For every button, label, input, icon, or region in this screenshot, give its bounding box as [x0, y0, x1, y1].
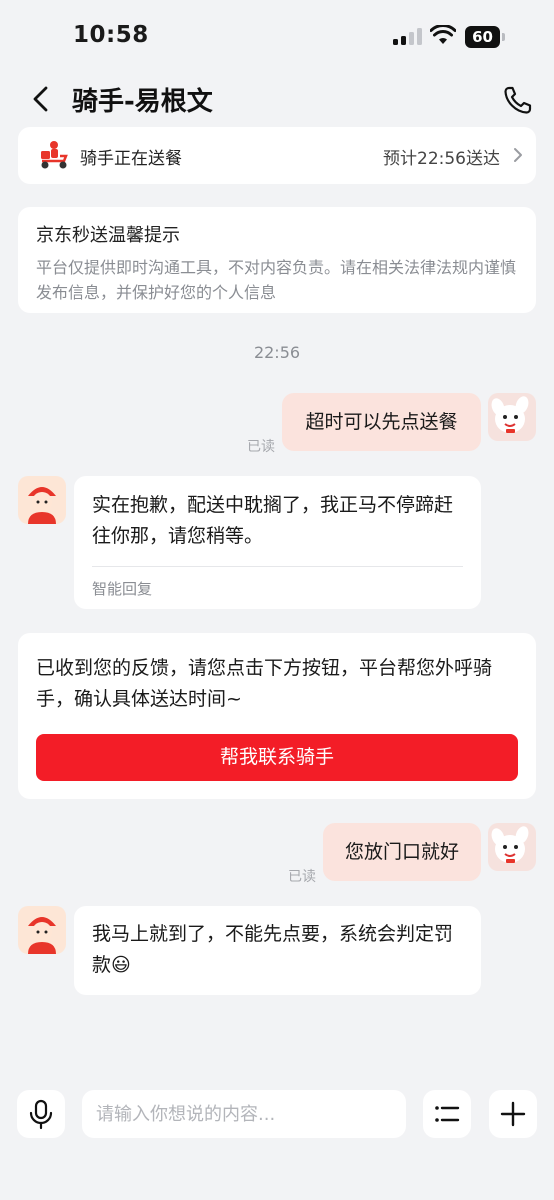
wifi-icon [430, 25, 456, 44]
auto-reply-label: 智能回复 [92, 580, 153, 598]
rider-avatar[interactable] [18, 906, 66, 954]
phone-icon[interactable] [502, 84, 534, 116]
delivery-status-text: 骑手正在送餐 [80, 149, 182, 169]
eta-text: 预计22:56送达 [383, 149, 500, 169]
incoming-message[interactable]: 我马上就到了，不能先点要，系统会判定罚款😃 [74, 906, 481, 995]
notice-title: 京东秒送温馨提示 [36, 225, 180, 246]
user-avatar[interactable] [488, 823, 536, 871]
chat-header: 骑手-易根文 [0, 72, 554, 126]
incoming-message[interactable]: 实在抱歉，配送中耽搁了，我正马不停蹄赶往你那，请您稍等。 智能回复 [74, 476, 481, 609]
battery-level: 60 [465, 26, 500, 48]
message-input[interactable] [82, 1090, 406, 1138]
message-text: 我马上就到了，不能先点要，系统会判定罚款😃 [92, 923, 454, 976]
message-text: 实在抱歉，配送中耽搁了，我正马不停蹄赶往你那，请您稍等。 [92, 494, 454, 547]
user-avatar[interactable] [488, 393, 536, 441]
notice-body: 平台仅提供即时沟通工具，不对内容负责。请在相关法律法规内谨慎发布信息，并保护好您… [36, 258, 517, 302]
battery-icon: 60 [465, 26, 505, 48]
safety-notice-card: 京东秒送温馨提示 平台仅提供即时沟通工具，不对内容负责。请在相关法律法规内谨慎发… [18, 207, 536, 313]
quick-menu-button[interactable] [423, 1090, 471, 1138]
read-receipt: 已读 [288, 869, 316, 885]
plus-icon [500, 1101, 526, 1127]
delivery-status-card[interactable]: 骑手正在送餐 预计22:56送达 [18, 127, 536, 184]
more-actions-button[interactable] [489, 1090, 537, 1138]
status-bar: 10:58 60 [0, 0, 554, 70]
feedback-text: 已收到您的反馈，请您点击下方按钮，平台帮您外呼骑手，确认具体送达时间~ [36, 657, 493, 710]
microphone-icon [29, 1099, 53, 1130]
page-title: 骑手-易根文 [72, 87, 213, 117]
voice-input-button[interactable] [17, 1090, 65, 1138]
rider-avatar[interactable] [18, 476, 66, 524]
back-arrow-icon[interactable] [28, 84, 56, 114]
contact-rider-button[interactable]: 帮我联系骑手 [36, 734, 518, 781]
outgoing-message[interactable]: 超时可以先点送餐 [282, 393, 481, 451]
chevron-right-icon [514, 148, 522, 162]
outgoing-message[interactable]: 您放门口就好 [323, 823, 481, 881]
status-time: 10:58 [73, 22, 149, 48]
scooter-icon [41, 141, 68, 169]
chat-timestamp: 22:56 [253, 343, 301, 362]
divider [92, 566, 463, 567]
feedback-card: 已收到您的反馈，请您点击下方按钮，平台帮您外呼骑手，确认具体送达时间~ 帮我联系… [18, 633, 536, 799]
cellular-signal-icon [393, 28, 423, 45]
list-icon [435, 1106, 460, 1122]
read-receipt: 已读 [247, 439, 275, 455]
